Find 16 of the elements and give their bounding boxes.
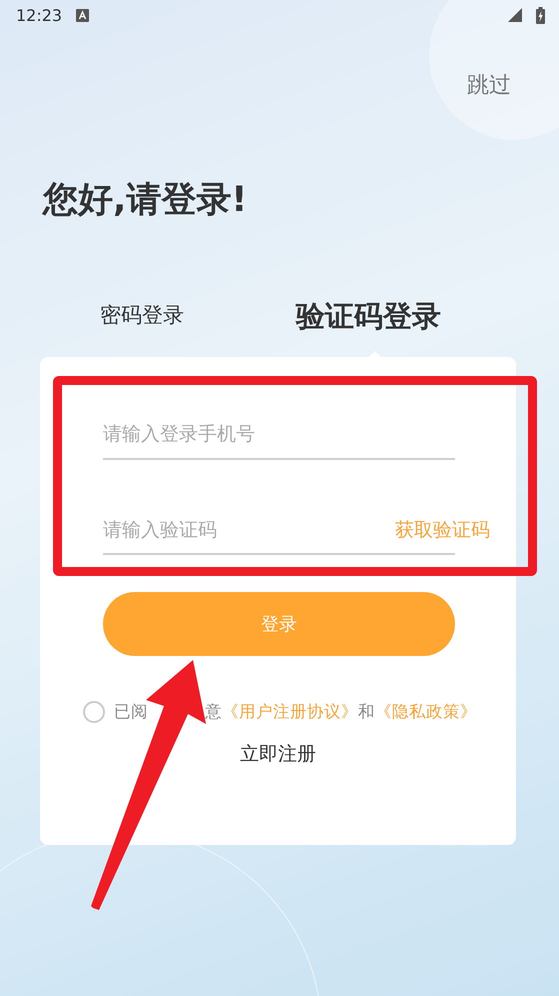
policy-link[interactable]: 《隐私政策》	[375, 701, 477, 723]
greeting-title: 您好,请登录!	[43, 179, 248, 222]
policy-link[interactable]: 《用户注册协议》	[222, 701, 358, 723]
keyboard-a-icon	[76, 8, 90, 22]
skip-button[interactable]: 跳过	[467, 70, 511, 100]
status-time: 12:23	[16, 6, 62, 24]
agreement-text: 已阅	[114, 701, 148, 723]
signal-icon	[508, 8, 522, 22]
agreement-checkbox[interactable]	[83, 701, 105, 723]
register-link[interactable]: 立即注册	[234, 740, 322, 768]
battery-charging-icon	[536, 6, 545, 24]
agreement-text: 和	[358, 701, 375, 723]
get-code-link[interactable]: 获取验证码	[395, 517, 490, 543]
login-button[interactable]: 登录	[103, 592, 455, 656]
login-tab[interactable]: 密码登录	[100, 301, 196, 337]
agreement-text: 意	[205, 701, 222, 723]
